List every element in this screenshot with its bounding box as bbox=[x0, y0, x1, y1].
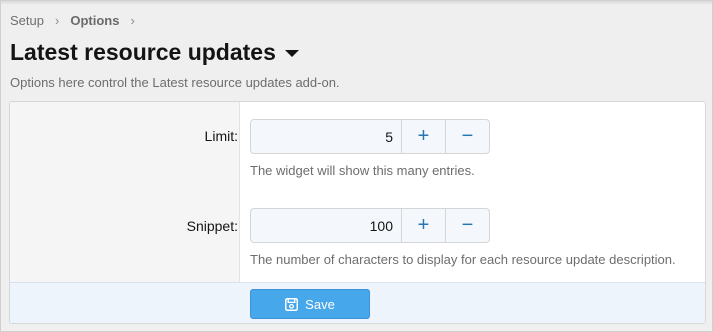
page: Setup › Options › Latest resource update… bbox=[0, 0, 713, 332]
save-button-label: Save bbox=[305, 296, 335, 312]
breadcrumb-separator-icon: › bbox=[54, 13, 60, 28]
page-description: Options here control the Latest resource… bbox=[10, 75, 340, 90]
submit-row: Save bbox=[10, 282, 705, 323]
snippet-label: Snippet: bbox=[186, 218, 238, 234]
top-shade bbox=[1, 1, 712, 5]
snippet-decrement-button[interactable]: − bbox=[445, 209, 489, 242]
snippet-increment-button[interactable]: + bbox=[401, 209, 445, 242]
limit-stepper[interactable]: 5 + − bbox=[250, 119, 490, 154]
options-form: Limit: 5 + − The widget will show this m… bbox=[9, 101, 706, 324]
breadcrumb-item-options[interactable]: Options bbox=[70, 13, 119, 28]
snippet-stepper[interactable]: 100 + − bbox=[250, 208, 490, 243]
limit-decrement-button[interactable]: − bbox=[445, 120, 489, 153]
snippet-input[interactable]: 100 bbox=[251, 209, 401, 242]
title-row[interactable]: Latest resource updates bbox=[10, 39, 299, 66]
breadcrumb-item-setup[interactable]: Setup bbox=[10, 13, 44, 28]
caret-down-icon[interactable] bbox=[284, 50, 299, 57]
page-title: Latest resource updates bbox=[10, 39, 276, 65]
floppy-disk-icon bbox=[285, 297, 299, 311]
breadcrumb: Setup › Options › bbox=[10, 13, 146, 28]
limit-label: Limit: bbox=[204, 128, 238, 144]
save-button[interactable]: Save bbox=[250, 289, 370, 319]
limit-hint: The widget will show this many entries. bbox=[250, 163, 475, 178]
breadcrumb-separator-icon: › bbox=[130, 13, 135, 28]
snippet-hint: The number of characters to display for … bbox=[250, 252, 676, 267]
limit-input[interactable]: 5 bbox=[251, 120, 401, 153]
limit-increment-button[interactable]: + bbox=[401, 120, 445, 153]
